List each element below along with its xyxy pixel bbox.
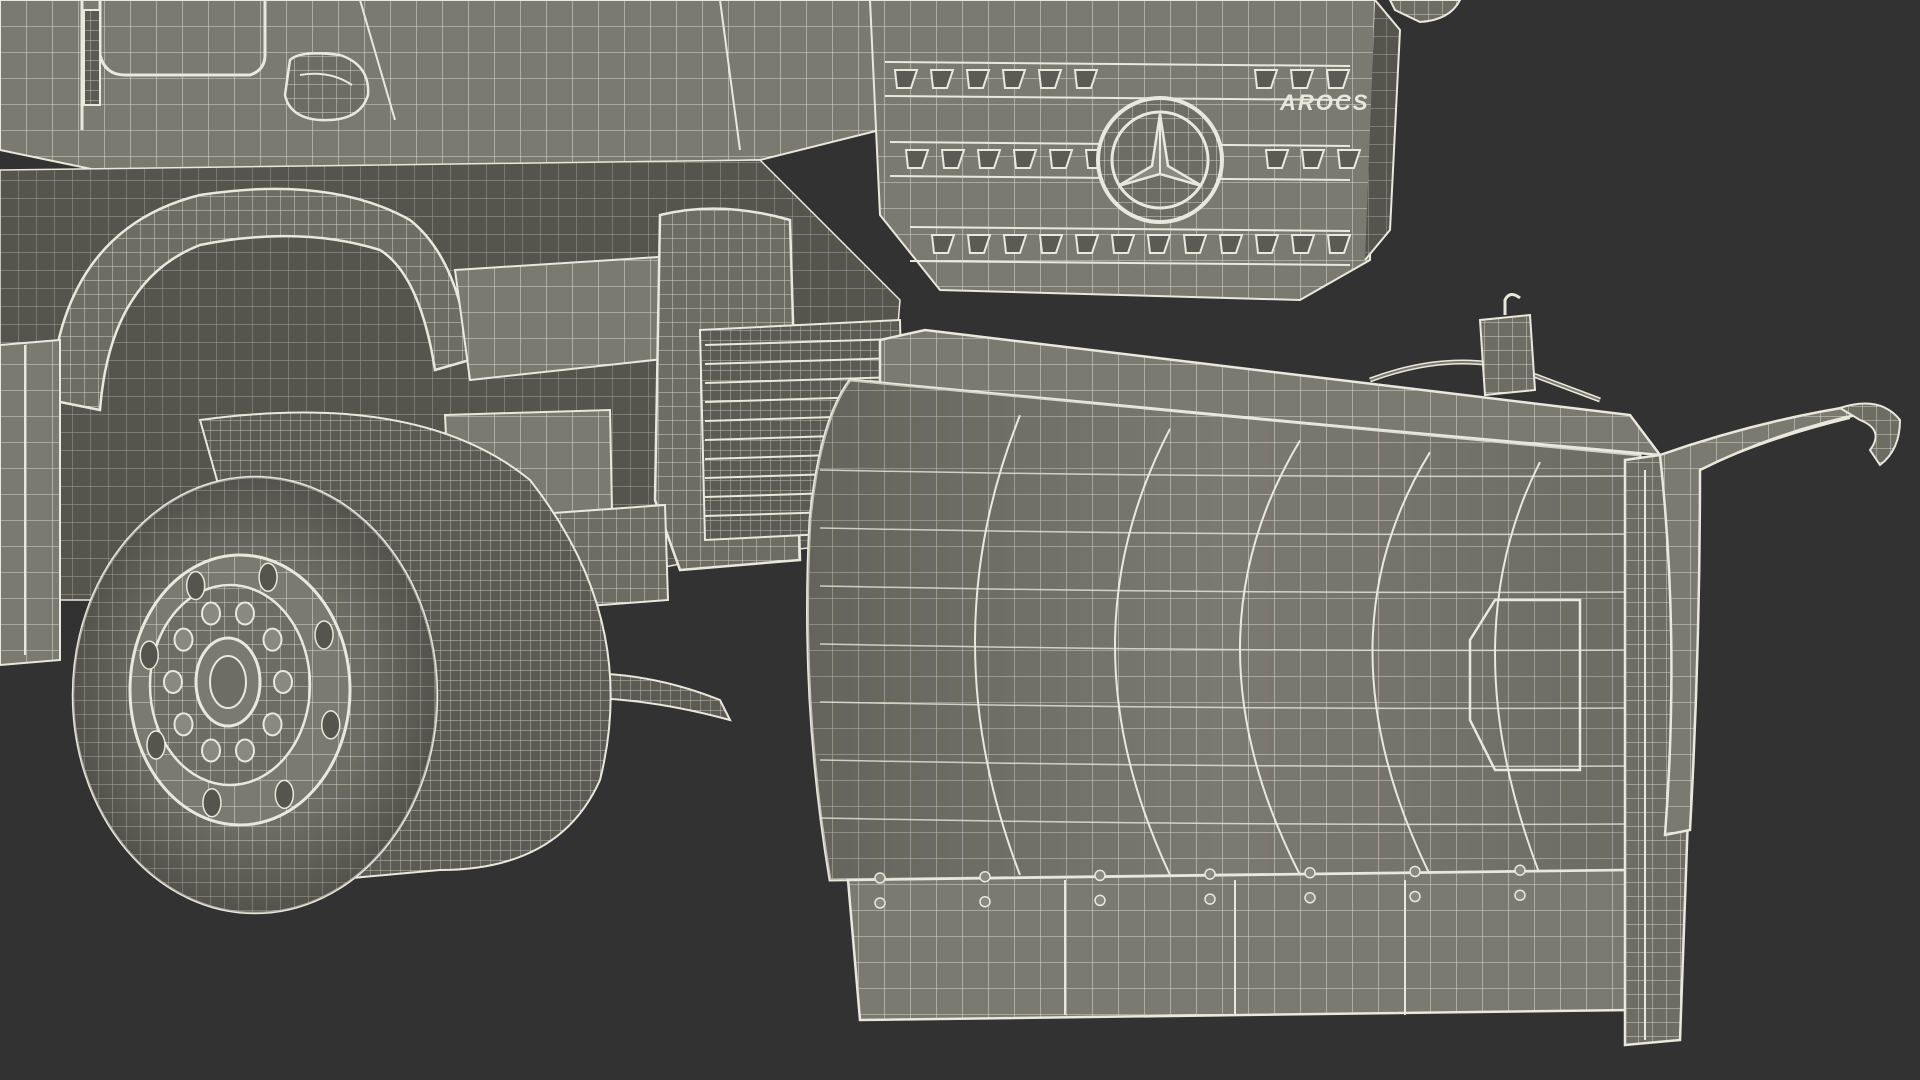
side-skirt: [0, 338, 61, 667]
edge-bolt: [1094, 894, 1106, 907]
lug-nut: [173, 712, 194, 737]
edge-bolt: [1304, 867, 1316, 879]
model-badge: AROCS: [1279, 90, 1369, 115]
hydraulic-cylinder: [1478, 313, 1537, 397]
lug-nut: [234, 601, 255, 626]
edge-bolt: [1409, 865, 1421, 878]
rim-vent: [258, 562, 278, 593]
edge-bolt: [1094, 869, 1106, 882]
rim-vent: [321, 710, 341, 740]
edge-bolt: [1204, 893, 1216, 905]
blade-wing: [1658, 403, 1874, 837]
star-emblem: [1096, 96, 1224, 224]
rim-vent: [274, 779, 295, 810]
rim-vent: [139, 640, 159, 670]
side-marker-lamp: [283, 52, 370, 122]
edge-bolt: [1409, 890, 1421, 903]
lug-nut: [262, 712, 283, 737]
wireframe-render: AROCS: [0, 0, 1902, 1047]
lug-nut: [262, 627, 283, 652]
edge-bolt: [1514, 889, 1526, 901]
cutting-edge: [846, 868, 1632, 1022]
edge-bolt: [874, 897, 886, 909]
lug-nut: [201, 601, 222, 626]
lug-nut: [163, 670, 183, 694]
rim-vent: [314, 620, 334, 650]
edge-bolt: [979, 895, 991, 908]
wing-tip: [1837, 402, 1902, 467]
cab-side-panel: [0, 0, 882, 177]
front-grille: AROCS: [868, 0, 1462, 302]
rim-vent: [185, 570, 206, 601]
rim-vent: [202, 787, 222, 818]
rim-vent: [146, 730, 166, 760]
edge-bolt: [1514, 864, 1526, 876]
lug-nut: [273, 670, 293, 694]
edge-bolt: [874, 872, 886, 884]
render-viewport: AROCS: [0, 0, 1920, 1080]
lug-nut: [173, 627, 194, 652]
edge-bolt: [1304, 892, 1316, 904]
mirror-bracket: [1388, 0, 1462, 24]
edge-bolt: [1204, 868, 1216, 880]
snow-plow-blade: [806, 293, 1902, 1047]
lug-nut: [201, 738, 222, 763]
edge-bolt: [979, 870, 991, 883]
side-vent: [83, 9, 101, 106]
truck-cab: [0, 0, 882, 177]
lug-nut: [234, 738, 255, 763]
